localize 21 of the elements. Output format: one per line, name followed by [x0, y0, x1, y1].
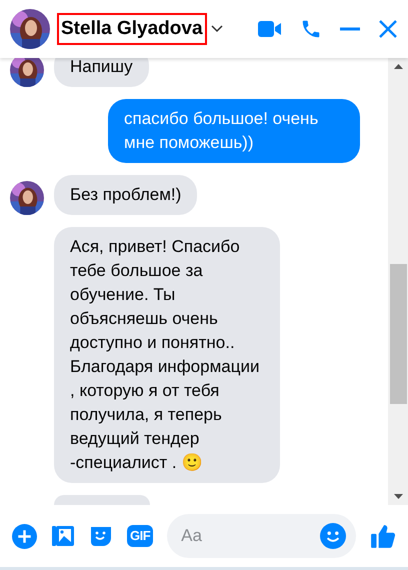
- scrollbar-thumb[interactable]: [390, 264, 406, 404]
- minimize-icon[interactable]: [340, 27, 360, 31]
- smiley-icon[interactable]: [320, 523, 346, 549]
- message-bubble: спасибо большое! очень мне поможешь)): [108, 99, 360, 163]
- plus-icon[interactable]: [12, 524, 37, 548]
- close-icon[interactable]: [378, 19, 398, 39]
- contact-name[interactable]: Stella Glyadova: [57, 13, 207, 45]
- chevron-down-icon[interactable]: [210, 25, 223, 33]
- down-arrow-icon[interactable]: [394, 494, 402, 499]
- scrollbar[interactable]: [388, 58, 408, 505]
- sticker-icon[interactable]: [89, 524, 113, 548]
- image-icon[interactable]: [51, 524, 75, 548]
- message-bubble: Напишу: [54, 58, 149, 87]
- message-bubble: Без проблем!): [54, 175, 198, 215]
- thumbs-up-icon[interactable]: [370, 523, 396, 549]
- message-field[interactable]: Aa: [167, 514, 356, 558]
- up-arrow-icon[interactable]: [394, 64, 402, 69]
- message-bubble: Ася, привет! Спасибо тебе большое за обучение. Ты объясняешь очень доступно и понятно.. Благодаря информации , которую я от тебя получила, я теперь ведущий тендер -специалист . 🙂: [54, 227, 280, 483]
- phone-icon[interactable]: [300, 18, 322, 40]
- gif-button[interactable]: GIF: [127, 525, 154, 547]
- video-camera-icon[interactable]: [258, 20, 282, 38]
